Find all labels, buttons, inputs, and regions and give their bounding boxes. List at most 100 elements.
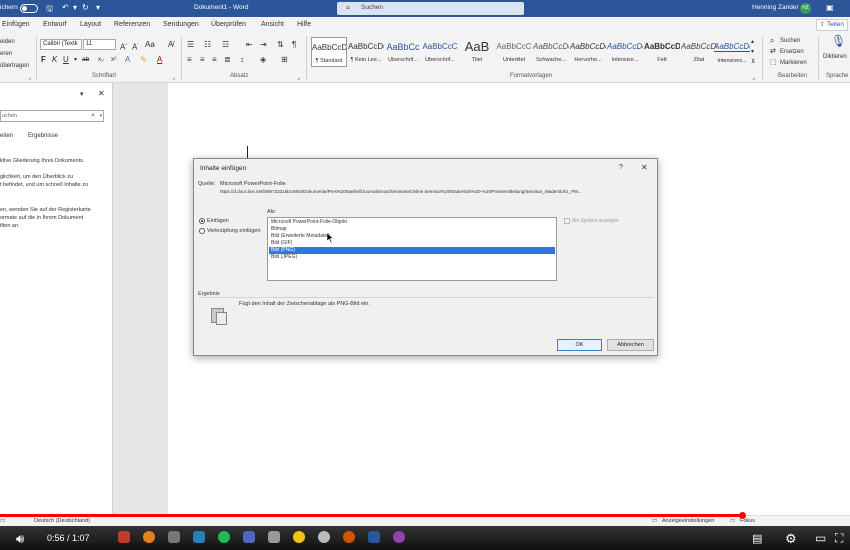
style-subtitle[interactable]: AaBbCcC Untertitel [496, 37, 532, 67]
increase-indent-icon[interactable]: ⇥ [260, 40, 267, 50]
decrease-indent-icon[interactable]: ⇤ [246, 40, 253, 50]
paste-link-radio-label[interactable]: Verknüpfung einfügen [207, 228, 261, 234]
tab-results[interactable]: Ergebnisse [28, 133, 58, 139]
style-emphasis[interactable]: AaBbCcDc Hervorhe... [570, 37, 606, 67]
select-button[interactable]: Markieren [780, 60, 807, 66]
format-painter-label[interactable]: übertragen [0, 63, 29, 69]
multilevel-list-icon[interactable]: ☲ [222, 40, 229, 50]
font-color-icon[interactable]: A [157, 55, 162, 65]
taskbar-app-icon[interactable] [168, 531, 180, 543]
search-icon[interactable]: ⌕ [770, 36, 774, 46]
replace-button[interactable]: Ersetzen [780, 49, 804, 55]
ribbon-display-icon[interactable]: ▣ [826, 3, 834, 12]
numbering-icon[interactable]: ☷ [204, 40, 211, 50]
clipboard-expand-icon[interactable]: ⌟ [28, 73, 31, 83]
shrink-font-icon[interactable]: Aˇ [132, 40, 139, 53]
style-intense-quote[interactable]: AaBbCcDc Intensives... [714, 37, 750, 67]
taskbar-app-icon[interactable] [243, 531, 255, 543]
styles-expand-icon[interactable]: ⌟ [752, 73, 755, 83]
show-formatting-icon[interactable]: ¶ [292, 40, 296, 50]
style-quote[interactable]: AaBbCcDc Zitat [681, 37, 717, 67]
paste-radio-label[interactable]: Einfügen [207, 218, 229, 224]
grow-font-icon[interactable]: A^ [120, 40, 127, 53]
clear-formatting-icon[interactable]: A̸ [168, 40, 173, 50]
nav-options-icon[interactable]: ▾ [80, 90, 84, 98]
ok-button[interactable]: OK [557, 339, 602, 351]
font-expand-icon[interactable]: ⌟ [172, 73, 175, 83]
list-item[interactable]: Bild (JPEG) [271, 254, 554, 261]
focus-icon[interactable]: ▭ [730, 518, 735, 524]
tab-layout[interactable]: Layout [80, 21, 101, 28]
style-heading-2[interactable]: AaBbCcC Überschrif... [422, 37, 458, 67]
list-item-selected[interactable]: Bild (PNG) [269, 247, 555, 254]
video-progress-knob[interactable] [739, 512, 747, 519]
strikethrough-button[interactable]: ab [82, 55, 89, 65]
styles-more-icon[interactable]: ⊻ [751, 57, 755, 67]
shading-icon[interactable]: ◈ [260, 55, 266, 65]
style-title[interactable]: AaB Titel [459, 37, 495, 67]
styles-scroll-down-icon[interactable]: ▾ [751, 47, 754, 57]
format-list[interactable]: Microsoft PowerPoint-Folie-Objekt Bitmap… [267, 217, 557, 281]
display-as-icon-checkbox[interactable] [564, 218, 570, 224]
paste-radio[interactable] [199, 218, 205, 224]
display-settings-button[interactable]: Anzeigeeinstellungen [662, 518, 714, 524]
style-no-spacing[interactable]: AaBbCcDc ¶ Kein Lee... [348, 37, 384, 67]
tab-headings[interactable]: eiten [0, 133, 13, 139]
close-button[interactable]: ✕ [641, 163, 648, 172]
subtitles-icon[interactable]: ▤ [752, 532, 762, 545]
gear-icon[interactable] [318, 531, 330, 543]
find-button[interactable]: Suchen [780, 38, 800, 44]
taskbar-app-icon[interactable] [268, 531, 280, 543]
avatar[interactable]: HZ [800, 3, 811, 14]
nav-search-input[interactable]: uchen ⌕ ▾ [0, 110, 104, 122]
cancel-button[interactable]: Abbrechen [607, 339, 654, 351]
paragraph-expand-icon[interactable]: ⌟ [297, 73, 300, 83]
paste-link-radio[interactable] [199, 228, 205, 234]
highlight-icon[interactable]: ✎ [140, 55, 147, 65]
fullscreen-icon[interactable]: ⛶ [835, 531, 843, 546]
undo-icon[interactable]: ↶ [62, 3, 69, 12]
change-case-icon[interactable]: Aa [145, 40, 155, 50]
autosave-toggle[interactable] [20, 4, 38, 13]
quick-access-more-icon[interactable]: ▾ [96, 3, 100, 12]
tab-insert[interactable]: Einfügen [2, 21, 30, 28]
volume-icon[interactable]: 🔊︎ [16, 531, 24, 547]
tab-design[interactable]: Entwurf [43, 21, 67, 28]
tab-view[interactable]: Ansicht [261, 21, 284, 28]
select-icon[interactable]: ⬚ [770, 58, 777, 68]
title-search-box[interactable]: ⌕ Suchen [337, 2, 524, 15]
style-standard[interactable]: AaBbCcDc ¶ Standard [311, 37, 347, 67]
share-button[interactable]: ⇪ Teilen [816, 19, 848, 31]
tab-references[interactable]: Referenzen [114, 21, 150, 28]
firefox-icon[interactable] [143, 531, 155, 543]
list-item[interactable]: Bild (GIF) [271, 240, 554, 247]
microphone-icon[interactable]: 🎙 [831, 35, 846, 47]
tab-mailings[interactable]: Sendungen [163, 21, 199, 28]
tab-review[interactable]: Überprüfen [211, 21, 246, 28]
justify-icon[interactable]: ≣ [224, 55, 231, 65]
align-left-icon[interactable]: ≡ [187, 55, 192, 65]
cut-label[interactable]: eiden [0, 39, 15, 45]
text-effects-icon[interactable]: A [125, 55, 130, 65]
miniplayer-icon[interactable]: ▭ [815, 531, 826, 545]
align-right-icon[interactable]: ≡ [212, 55, 217, 65]
bold-button[interactable]: F [41, 55, 46, 65]
underline-dropdown-icon[interactable]: ▾ [74, 55, 77, 65]
spotify-icon[interactable] [218, 531, 230, 543]
proofing-icon[interactable]: ▭ [0, 518, 5, 524]
style-heading-1[interactable]: AaBbCc Überschrif... [385, 37, 421, 67]
align-center-icon[interactable]: ≡ [200, 55, 205, 65]
taskbar-app-icon[interactable] [193, 531, 205, 543]
help-button[interactable]: ? [619, 164, 623, 171]
superscript-button[interactable]: x² [111, 55, 116, 65]
language-indicator[interactable]: Deutsch (Deutschland) [34, 518, 90, 524]
style-intense-emphasis[interactable]: AaBbCcDc Intensive... [607, 37, 643, 67]
taskbar-app-icon[interactable] [393, 531, 405, 543]
taskbar-app-icon[interactable] [118, 531, 130, 543]
line-spacing-icon[interactable]: ↕ [240, 55, 244, 65]
taskbar-app-icon[interactable] [343, 531, 355, 543]
underline-button[interactable]: U [63, 55, 69, 65]
style-subtle-emphasis[interactable]: AaBbCcDc Schwache... [533, 37, 569, 67]
gear-icon[interactable]: ⚙ [785, 531, 797, 547]
style-strong[interactable]: AaBbCcDc Fett [644, 37, 680, 67]
